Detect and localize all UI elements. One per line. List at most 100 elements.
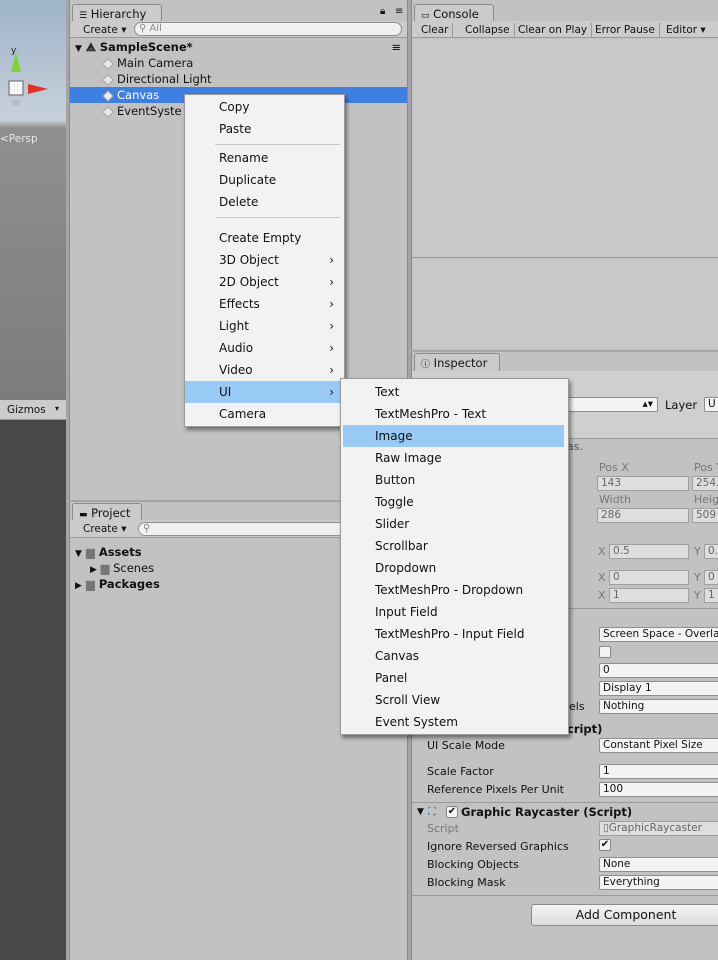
foldout-arrow-icon[interactable]: ▼ <box>417 807 424 817</box>
submenu-item-dropdown[interactable]: Dropdown <box>341 557 568 579</box>
scene-view[interactable]: y <Persp <box>0 0 66 400</box>
script-field: ▯GraphicRaycaster <box>599 821 718 836</box>
submenu-item-textmeshpro-dropdown[interactable]: TextMeshPro - Dropdown <box>341 579 568 601</box>
ui-scale-mode-dropdown[interactable]: Constant Pixel Size <box>599 738 718 753</box>
width-label: Width <box>599 493 631 506</box>
project-create-button[interactable]: Create ▾ <box>79 522 131 537</box>
blocking-mask-dropdown[interactable]: Everything <box>599 875 718 890</box>
hierarchy-item-directional-light[interactable]: Directional Light <box>70 71 407 87</box>
foldout-arrow-icon[interactable]: ▼ <box>75 549 82 559</box>
menu-item-delete[interactable]: Delete <box>185 191 344 213</box>
scene-gizmo-icon[interactable]: y <box>0 46 50 116</box>
menu-item-copy[interactable]: Copy <box>185 96 344 118</box>
console-editor-dropdown[interactable]: Editor ▾ <box>662 23 710 38</box>
submenu-item-textmeshpro-input-field[interactable]: TextMeshPro - Input Field <box>341 623 568 645</box>
axis-gizmo-icon <box>8 52 48 116</box>
project-packages-row[interactable]: ▶ ▆ Packages <box>70 576 160 592</box>
hierarchy-item-main-camera[interactable]: Main Camera <box>70 55 407 71</box>
anchor-min-x-field[interactable]: 0.5 <box>609 544 689 559</box>
additional-channels-dropdown[interactable]: Nothing <box>599 699 718 714</box>
submenu-item-image[interactable]: Image <box>343 425 564 447</box>
render-mode-dropdown[interactable]: Screen Space - Overla <box>599 627 718 642</box>
anchor-max-x-label: X <box>598 571 606 584</box>
width-field[interactable]: 286 <box>597 508 689 523</box>
menu-item-rename[interactable]: Rename <box>185 147 344 169</box>
menu-item-3d-object[interactable]: 3D Object › <box>185 249 344 271</box>
submenu-item-canvas[interactable]: Canvas <box>341 645 568 667</box>
persp-label[interactable]: <Persp <box>0 133 38 145</box>
chevron-right-icon: › <box>329 363 334 377</box>
console-log-area[interactable] <box>412 39 718 258</box>
layer-dropdown[interactable]: U <box>704 397 718 412</box>
submenu-item-input-field[interactable]: Input Field <box>341 601 568 623</box>
pos-x-label: Pos X <box>599 461 629 474</box>
console-collapse-button[interactable]: Collapse <box>461 23 515 38</box>
scale-factor-field[interactable]: 1 <box>599 764 718 779</box>
hierarchy-search-input[interactable]: ⚲ All <box>134 22 402 36</box>
menu-item-camera[interactable]: Camera <box>185 403 344 425</box>
submenu-item-scrollbar[interactable]: Scrollbar <box>341 535 568 557</box>
submenu-item-button[interactable]: Button <box>341 469 568 491</box>
reference-ppu-field[interactable]: 100 <box>599 782 718 797</box>
submenu-item-panel[interactable]: Panel <box>341 667 568 689</box>
console-detail-area[interactable] <box>412 259 718 349</box>
tag-dropdown[interactable]: ▴▾ <box>562 397 658 412</box>
console-icon: ▭ <box>421 11 430 21</box>
section-divider <box>412 802 718 803</box>
pixel-perfect-checkbox[interactable] <box>599 646 611 658</box>
submenu-item-event-system[interactable]: Event System <box>341 711 568 733</box>
hierarchy-tab[interactable]: ☰ Hierarchy <box>72 4 162 22</box>
menu-item-paste[interactable]: Paste <box>185 118 344 140</box>
pos-y-field[interactable]: 254. <box>692 476 718 491</box>
foldout-arrow-icon[interactable]: ▼ <box>75 44 82 54</box>
ignore-reversed-checkbox[interactable]: ✔ <box>599 839 611 851</box>
submenu-item-raw-image[interactable]: Raw Image <box>341 447 568 469</box>
sort-order-field[interactable]: 0 <box>599 663 718 678</box>
console-tab[interactable]: ▭ Console <box>414 4 494 22</box>
blocking-objects-dropdown[interactable]: None <box>599 857 718 872</box>
scene-menu-icon[interactable]: ≡ <box>391 39 401 55</box>
project-tab[interactable]: ▬ Project <box>72 503 142 521</box>
gameobject-icon <box>102 57 114 70</box>
add-component-button[interactable]: Add Component <box>531 904 718 926</box>
submenu-item-textmeshpro-text[interactable]: TextMeshPro - Text <box>341 403 568 425</box>
lock-icon[interactable]: 🔒︎ <box>380 6 385 17</box>
menu-item-light[interactable]: Light › <box>185 315 344 337</box>
submenu-item-text[interactable]: Text <box>341 381 568 403</box>
pos-x-field[interactable]: 143 <box>597 476 689 491</box>
height-field[interactable]: 509 <box>692 508 718 523</box>
inspector-tab[interactable]: ⓘ Inspector <box>414 353 500 371</box>
submenu-item-slider[interactable]: Slider <box>341 513 568 535</box>
menu-item-video[interactable]: Video › <box>185 359 344 381</box>
menu-item-create-empty[interactable]: Create Empty <box>185 227 344 249</box>
anchor-max-y-field[interactable]: 0 <box>704 570 718 585</box>
pivot-y-field[interactable]: 1 <box>704 588 718 603</box>
raycaster-enabled-checkbox[interactable]: ✔ <box>446 806 458 818</box>
anchor-max-x-field[interactable]: 0 <box>609 570 689 585</box>
pivot-x-field[interactable]: 1 <box>609 588 689 603</box>
dropdown-arrow-icon: ▾ <box>55 404 60 413</box>
menu-item-2d-object[interactable]: 2D Object › <box>185 271 344 293</box>
tab-menu-icon[interactable]: ≡ <box>395 6 403 17</box>
target-display-dropdown[interactable]: Display 1 <box>599 681 718 696</box>
menu-item-effects[interactable]: Effects › <box>185 293 344 315</box>
console-error-pause-button[interactable]: Error Pause <box>591 23 660 38</box>
anchor-min-y-field[interactable]: 0. <box>704 544 718 559</box>
submenu-item-toggle[interactable]: Toggle <box>341 491 568 513</box>
menu-item-ui[interactable]: UI › <box>185 381 344 403</box>
console-clear-on-play-button[interactable]: Clear on Play <box>514 23 593 38</box>
foldout-arrow-icon[interactable]: ▶ <box>75 581 82 591</box>
menu-item-duplicate[interactable]: Duplicate <box>185 169 344 191</box>
project-scenes-row[interactable]: ▶ ▆ Scenes <box>70 560 154 576</box>
console-clear-button[interactable]: Clear <box>417 23 454 38</box>
project-assets-row[interactable]: ▼ ▆ Assets <box>70 544 142 560</box>
folder-icon: ▆ <box>100 561 110 575</box>
ui-scale-mode-label: UI Scale Mode <box>427 739 505 752</box>
raycaster-title: Graphic Raycaster (Script) <box>461 805 633 819</box>
gizmos-dropdown[interactable]: Gizmos <box>7 404 46 416</box>
hierarchy-create-button[interactable]: Create ▾ <box>79 23 131 38</box>
submenu-item-scroll-view[interactable]: Scroll View <box>341 689 568 711</box>
scene-root-row[interactable]: ▼ ⟁ SampleScene* ≡ <box>70 39 407 55</box>
menu-item-audio[interactable]: Audio › <box>185 337 344 359</box>
foldout-arrow-icon[interactable]: ▶ <box>90 565 97 575</box>
